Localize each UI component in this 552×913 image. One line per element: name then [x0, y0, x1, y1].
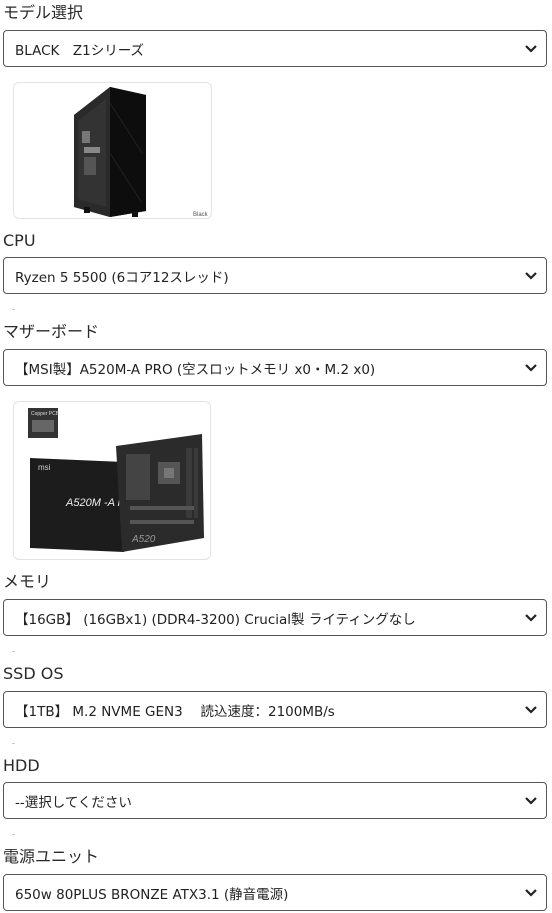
hdd-label: HDD: [3, 756, 40, 775]
case-caption: Black: [193, 212, 209, 218]
chevron-down-icon: [525, 44, 537, 53]
memory-select-value: 【16GB】 (16GBx1) (DDR4-3200) Crucial製 ライテ…: [15, 611, 416, 628]
cpu-select-value: Ryzen 5 5500 (6コア12スレッド): [15, 269, 229, 286]
motherboard-image: Copper PCB msi A520M -A PRO A520: [13, 401, 211, 560]
hdd-select-value: --選択してください: [15, 794, 132, 811]
divider: [12, 651, 15, 652]
copper-pcb-badge: Copper PCB: [31, 411, 60, 417]
ssd-select-value: 【1TB】 M.2 NVME GEN3 読込速度：2100MB/s: [15, 703, 335, 720]
cpu-label: CPU: [3, 231, 36, 250]
chevron-down-icon: [525, 705, 537, 714]
mobo-box-brand: msi: [38, 463, 51, 472]
chevron-down-icon: [525, 271, 537, 280]
hdd-select[interactable]: --選択してください: [3, 782, 547, 819]
chevron-down-icon: [525, 796, 537, 805]
ssd-label: SSD OS: [3, 664, 64, 683]
ssd-select[interactable]: 【1TB】 M.2 NVME GEN3 読込速度：2100MB/s: [3, 691, 547, 728]
motherboard-label: マザーボード: [3, 322, 100, 341]
psu-select[interactable]: 650w 80PLUS BRONZE ATX3.1 (静音電源): [3, 874, 547, 911]
divider: [12, 743, 15, 744]
model-select-value: BLACK Z1シリーズ: [15, 42, 145, 59]
memory-label: メモリ: [3, 572, 52, 591]
psu-select-value: 650w 80PLUS BRONZE ATX3.1 (静音電源): [15, 886, 289, 903]
memory-select[interactable]: 【16GB】 (16GBx1) (DDR4-3200) Crucial製 ライテ…: [3, 599, 547, 636]
chevron-down-icon: [525, 888, 537, 897]
model-label: モデル選択: [3, 3, 84, 22]
motherboard-select-value: 【MSI製】A520M-A PRO (空スロットメモリ x0・M.2 x0): [15, 361, 376, 378]
chevron-down-icon: [525, 613, 537, 622]
divider: [12, 309, 15, 310]
psu-label: 電源ユニット: [3, 847, 100, 866]
case-image: Black: [13, 82, 212, 219]
model-select[interactable]: BLACK Z1シリーズ: [3, 30, 547, 67]
mobo-board-model: A520: [131, 534, 156, 545]
cpu-select[interactable]: Ryzen 5 5500 (6コア12スレッド): [3, 257, 547, 294]
divider: [12, 834, 15, 835]
motherboard-select[interactable]: 【MSI製】A520M-A PRO (空スロットメモリ x0・M.2 x0): [3, 349, 547, 386]
chevron-down-icon: [525, 363, 537, 372]
